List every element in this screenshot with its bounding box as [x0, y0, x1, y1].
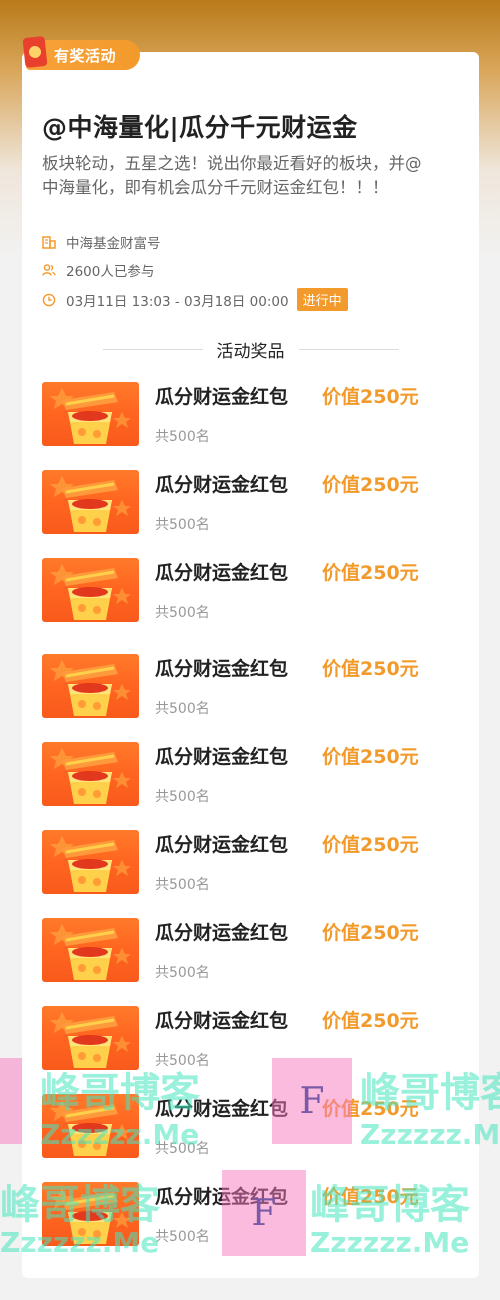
divider-left — [102, 348, 203, 350]
rewards-activity-tag: 有奖活动 — [22, 35, 140, 70]
prize-value: 价值250元 — [322, 1010, 419, 1032]
prize-count: 共500名 — [155, 429, 210, 445]
prize-value: 价值250元 — [322, 562, 419, 584]
prize-value: 价值250元 — [322, 834, 419, 856]
prize-count: 共500名 — [155, 789, 210, 805]
red-envelope-gift-icon — [42, 1006, 139, 1070]
prize-item[interactable]: 瓜分财运金红包 价值250元共500名 — [42, 918, 462, 984]
prize-item[interactable]: 瓜分财运金红包 价值250元共500名 — [42, 830, 462, 896]
participants-row: 2600人已参与 — [42, 260, 154, 280]
prize-name: 瓜分财运金红包 — [155, 658, 289, 680]
prize-item[interactable]: 瓜分财运金红包价值250元共500名 — [42, 1094, 462, 1160]
red-envelope-gift-icon — [42, 654, 139, 718]
prize-value: 价值250元 — [322, 474, 419, 496]
activity-title: @中海量化|瓜分千元财运金 — [42, 113, 358, 142]
activity-description: 板块轮动，五星之选！说出你最近看好的板块，并@中海量化，即有机会瓜分千元财运金红… — [42, 154, 422, 197]
prize-count: 共500名 — [155, 877, 210, 893]
watermark-box: F — [222, 1170, 306, 1256]
prize-count: 共500名 — [155, 605, 210, 621]
organizer-row[interactable]: 中海基金财富号 — [42, 232, 161, 252]
prizes-heading: 活动奖品 — [22, 338, 479, 362]
prize-count: 共500名 — [155, 1053, 210, 1069]
status-badge: 进行中 — [296, 288, 348, 311]
clock-icon — [42, 293, 56, 306]
time-range: 03月11日 13:03 - 03月18日 00:00 — [66, 293, 289, 310]
red-envelope-gift-icon — [42, 1094, 139, 1158]
prize-item[interactable]: 瓜分财运金红包 价值250元共500名 — [42, 470, 462, 536]
prize-value: 价值250元 — [322, 746, 419, 768]
prize-count: 共500名 — [155, 517, 210, 533]
prize-count: 共500名 — [155, 1141, 210, 1157]
prize-name: 瓜分财运金红包 — [155, 746, 289, 768]
prize-count: 共500名 — [155, 701, 210, 717]
prize-name: 瓜分财运金红包 — [155, 474, 289, 496]
prize-name: 瓜分财运金红包 — [155, 386, 289, 408]
activity-card: @中海量化|瓜分千元财运金 板块轮动，五星之选！说出你最近看好的板块，并@中海量… — [22, 52, 479, 1278]
red-envelope-gift-icon — [42, 558, 139, 622]
red-envelope-gift-icon — [42, 1182, 139, 1246]
divider-right — [298, 348, 399, 350]
prizes-heading-text: 活动奖品 — [216, 341, 285, 362]
building-icon — [42, 236, 56, 249]
prize-name: 瓜分财运金红包 — [155, 922, 289, 944]
prize-count: 共500名 — [155, 1229, 210, 1245]
prize-value: 价值250元 — [322, 1186, 419, 1208]
prize-name: 瓜分财运金红包 — [155, 834, 289, 856]
prize-name: 瓜分财运金红包 — [155, 562, 289, 584]
watermark-box — [0, 1058, 22, 1144]
prize-item[interactable]: 瓜分财运金红包 价值250元共500名 — [42, 382, 462, 448]
time-row: 03月11日 13:03 - 03月18日 00:00 进行中 — [42, 288, 348, 311]
tag-label: 有奖活动 — [54, 46, 117, 65]
prize-name: 瓜分财运金红包 — [155, 1098, 289, 1120]
prize-item[interactable]: 瓜分财运金红包 价值250元共500名 — [42, 654, 462, 720]
red-envelope-gift-icon — [42, 382, 139, 446]
prize-value: 价值250元 — [322, 922, 419, 944]
prize-value: 价值250元 — [322, 386, 419, 408]
organizer-name: 中海基金财富号 — [66, 236, 161, 252]
watermark-box: F — [272, 1058, 352, 1144]
users-icon — [42, 264, 56, 276]
prize-item[interactable]: 瓜分财运金红包 价值250元共500名 — [42, 742, 462, 808]
red-envelope-gift-icon — [42, 830, 139, 894]
participants-count: 2600人已参与 — [66, 264, 155, 280]
prize-value: 价值250元 — [322, 658, 419, 680]
red-envelope-icon — [22, 35, 48, 69]
red-envelope-gift-icon — [42, 470, 139, 534]
prize-count: 共500名 — [155, 965, 210, 981]
prize-item[interactable]: 瓜分财运金红包 价值250元共500名 — [42, 1006, 462, 1072]
red-envelope-gift-icon — [42, 918, 139, 982]
red-envelope-gift-icon — [42, 742, 139, 806]
prize-item[interactable]: 瓜分财运金红包 价值250元共500名 — [42, 558, 462, 624]
prize-name: 瓜分财运金红包 — [155, 1010, 289, 1032]
